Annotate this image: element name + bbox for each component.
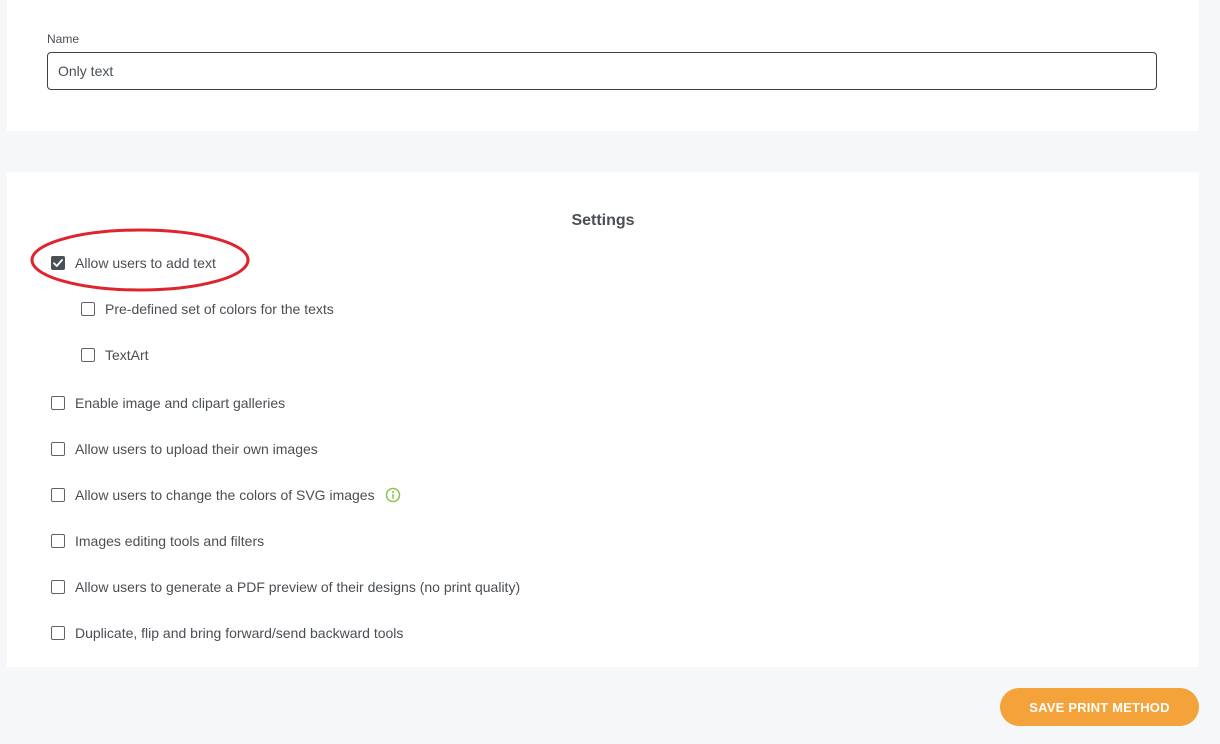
option-label: Allow users to generate a PDF preview of… xyxy=(75,579,521,595)
option-label: Pre-defined set of colors for the texts xyxy=(105,301,334,317)
checkbox-predefined-colors[interactable] xyxy=(81,302,95,316)
checkbox-duplicate-flip[interactable] xyxy=(51,626,65,640)
option-label: Allow users to add text xyxy=(75,255,216,271)
settings-title: Settings xyxy=(571,212,635,229)
option-pdf-preview[interactable]: Allow users to generate a PDF preview of… xyxy=(51,577,520,597)
name-section: Name xyxy=(7,0,1199,131)
save-print-method-button[interactable]: SAVE PRINT METHOD xyxy=(1000,688,1199,726)
option-allow-add-text[interactable]: Allow users to add text xyxy=(51,253,216,273)
checkbox-image-editing[interactable] xyxy=(51,534,65,548)
checkbox-upload-images[interactable] xyxy=(51,442,65,456)
option-label: Duplicate, flip and bring forward/send b… xyxy=(75,625,404,641)
info-icon[interactable] xyxy=(385,487,401,503)
option-predefined-colors[interactable]: Pre-defined set of colors for the texts xyxy=(81,299,334,319)
checkbox-allow-add-text[interactable] xyxy=(51,256,65,270)
checkbox-pdf-preview[interactable] xyxy=(51,580,65,594)
option-upload-images[interactable]: Allow users to upload their own images xyxy=(51,439,318,459)
option-svg-colors[interactable]: Allow users to change the colors of SVG … xyxy=(51,485,401,505)
checkbox-textart[interactable] xyxy=(81,348,95,362)
option-label: Images editing tools and filters xyxy=(75,533,265,549)
checkmark-icon xyxy=(53,259,63,267)
checkbox-image-galleries[interactable] xyxy=(51,396,65,410)
option-textart[interactable]: TextArt xyxy=(81,345,149,365)
option-label: TextArt xyxy=(105,347,149,363)
option-duplicate-flip[interactable]: Duplicate, flip and bring forward/send b… xyxy=(51,623,403,643)
settings-section: Settings Allow users to add text Pre-def… xyxy=(7,172,1199,667)
option-image-galleries[interactable]: Enable image and clipart galleries xyxy=(51,393,285,413)
option-image-editing[interactable]: Images editing tools and filters xyxy=(51,531,264,551)
option-label: Enable image and clipart galleries xyxy=(75,395,286,411)
name-label: Name xyxy=(47,32,80,46)
name-input[interactable] xyxy=(47,52,1157,90)
option-label: Allow users to upload their own images xyxy=(75,441,318,457)
checkbox-svg-colors[interactable] xyxy=(51,488,65,502)
option-label: Allow users to change the colors of SVG … xyxy=(75,487,375,503)
